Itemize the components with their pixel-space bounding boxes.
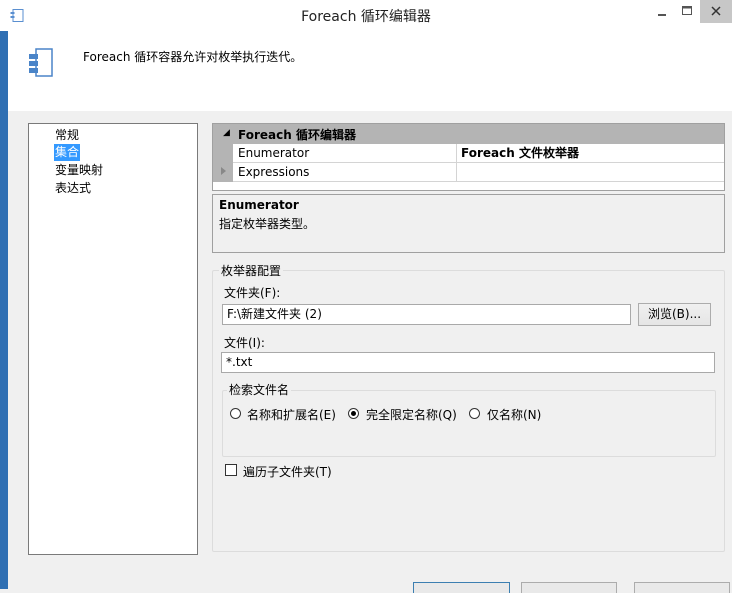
foreach-container-icon xyxy=(29,48,53,77)
description-text: 指定枚举器类型。 xyxy=(219,217,316,231)
radio-name-and-extension-label[interactable]: 名称和扩展名(E) xyxy=(247,406,336,423)
close-icon xyxy=(711,6,721,16)
folder-input[interactable]: F:\新建文件夹 (2) xyxy=(222,304,631,325)
header-description: Foreach 循环容器允许对枚举执行迭代。 xyxy=(83,50,303,64)
radio-fully-qualified-label[interactable]: 完全限定名称(Q) xyxy=(366,406,457,423)
description-title: Enumerator xyxy=(219,198,299,212)
expand-arrow-icon[interactable] xyxy=(221,167,226,175)
collapse-triangle-icon: ◢ xyxy=(223,128,230,138)
enumerator-config-label: 枚举器配置 xyxy=(219,262,284,279)
property-value[interactable]: Foreach 文件枚举器 xyxy=(457,144,724,163)
minimize-icon xyxy=(658,14,666,16)
property-value[interactable] xyxy=(457,163,724,182)
radio-name-only-label[interactable]: 仅名称(N) xyxy=(487,406,541,423)
property-description-panel: Enumerator 指定枚举器类型。 xyxy=(212,194,725,253)
nav-item-variable-mappings[interactable]: 变量映射 xyxy=(54,162,104,179)
row-gutter xyxy=(213,144,233,163)
files-input[interactable]: *.txt xyxy=(221,352,715,373)
ok-button[interactable] xyxy=(413,582,510,593)
retrieve-file-name-label: 检索文件名 xyxy=(227,381,292,398)
title-bar: Foreach 循环编辑器 xyxy=(0,0,732,32)
window-title: Foreach 循环编辑器 xyxy=(301,9,431,25)
radio-fully-qualified[interactable] xyxy=(348,408,359,419)
traverse-subfolders-checkbox[interactable] xyxy=(225,464,237,476)
category-label: Foreach 循环编辑器 xyxy=(238,128,356,142)
close-button[interactable] xyxy=(700,0,732,23)
retrieve-file-name-group xyxy=(222,390,716,457)
page-nav-list: 常规 集合 变量映射 表达式 xyxy=(28,123,198,555)
radio-name-and-extension[interactable] xyxy=(230,408,241,419)
window-frame-left xyxy=(0,31,8,589)
property-category[interactable]: ◢ Foreach 循环编辑器 xyxy=(213,124,724,144)
maximize-icon xyxy=(682,6,692,15)
files-label: 文件(I): xyxy=(224,336,265,350)
maximize-button[interactable] xyxy=(675,0,699,23)
row-gutter xyxy=(213,163,233,182)
property-name: Enumerator xyxy=(233,144,457,163)
header-panel: Foreach 循环容器允许对枚举执行迭代。 xyxy=(8,31,732,111)
property-grid: ◢ Foreach 循环编辑器 Enumerator Foreach 文件枚举器… xyxy=(212,123,725,191)
traverse-subfolders-label[interactable]: 遍历子文件夹(T) xyxy=(243,463,332,480)
nav-item-general[interactable]: 常规 xyxy=(54,127,80,144)
browse-button[interactable]: 浏览(B)... xyxy=(638,303,711,326)
nav-item-expressions[interactable]: 表达式 xyxy=(54,180,92,197)
property-name: Expressions xyxy=(233,163,457,182)
minimize-button[interactable] xyxy=(651,0,673,23)
nav-item-collection[interactable]: 集合 xyxy=(54,144,81,161)
folder-label: 文件夹(F): xyxy=(224,286,281,300)
property-row-enumerator[interactable]: Enumerator Foreach 文件枚举器 xyxy=(213,144,724,163)
property-row-expressions[interactable]: Expressions xyxy=(213,163,724,182)
cancel-button[interactable] xyxy=(521,582,617,593)
help-button[interactable] xyxy=(634,582,730,593)
radio-name-only[interactable] xyxy=(469,408,480,419)
